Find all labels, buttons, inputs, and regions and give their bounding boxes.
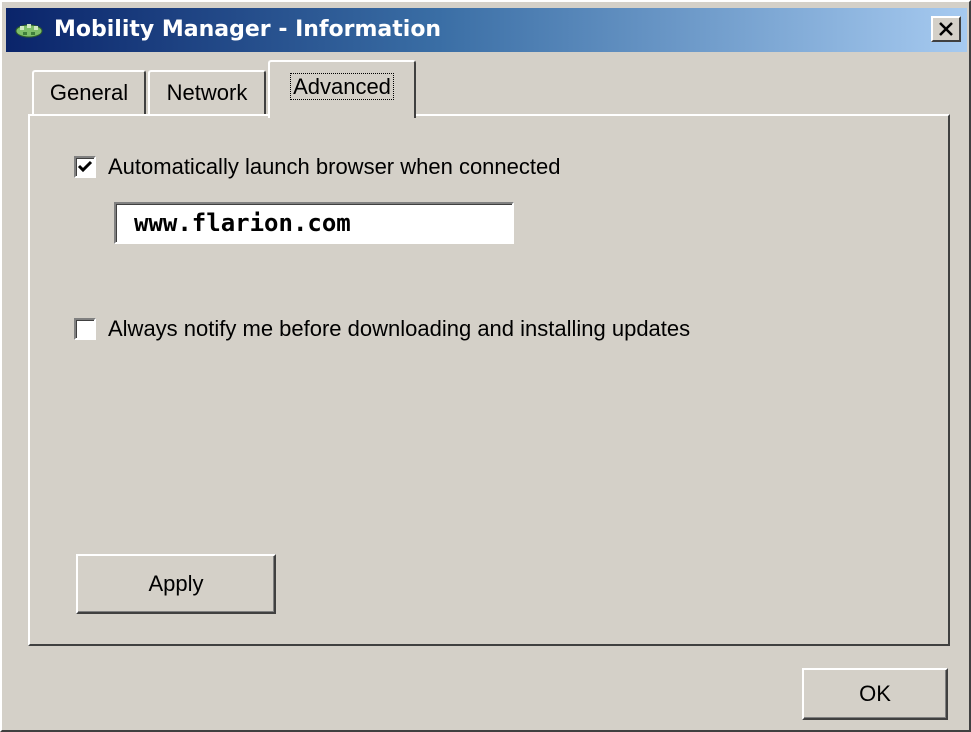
- tab-network[interactable]: Network: [148, 70, 266, 114]
- dialog-window: Mobility Manager - Information General N…: [0, 0, 971, 732]
- window-title: Mobility Manager - Information: [54, 17, 442, 42]
- advanced-panel: Automatically launch browser when connec…: [28, 114, 950, 646]
- notify-updates-row[interactable]: Always notify me before downloading and …: [74, 316, 690, 342]
- app-icon: [14, 18, 44, 42]
- browser-url-field[interactable]: www.flarion.com: [114, 202, 514, 244]
- check-icon: [77, 154, 93, 180]
- tab-advanced-label: Advanced: [290, 73, 394, 100]
- title-bar[interactable]: Mobility Manager - Information: [6, 8, 967, 52]
- tab-network-label: Network: [166, 80, 248, 105]
- close-button[interactable]: [931, 16, 961, 42]
- tab-advanced[interactable]: Advanced: [268, 60, 416, 118]
- auto-launch-label: Automatically launch browser when connec…: [108, 154, 561, 179]
- notify-updates-label: Always notify me before downloading and …: [108, 316, 691, 341]
- tab-general[interactable]: General: [32, 70, 146, 114]
- notify-updates-checkbox[interactable]: [74, 318, 96, 340]
- tab-general-label: General: [49, 80, 129, 105]
- auto-launch-checkbox[interactable]: [74, 156, 96, 178]
- ok-button[interactable]: OK: [802, 668, 948, 720]
- close-icon: [938, 16, 954, 42]
- auto-launch-row[interactable]: Automatically launch browser when connec…: [74, 154, 560, 180]
- apply-button[interactable]: Apply: [76, 554, 276, 614]
